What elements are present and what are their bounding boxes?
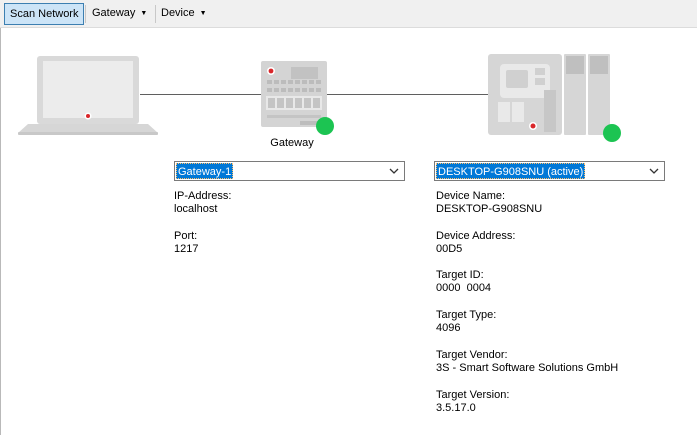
scan-network-button[interactable]: Scan Network	[4, 3, 85, 25]
panel-border	[0, 28, 1, 435]
status-dot	[316, 117, 334, 135]
port-value: 1217	[174, 243, 199, 255]
device-address-value: 00D5	[436, 243, 463, 255]
target-type-label: Target Type:	[436, 309, 497, 321]
laptop-icon[interactable]	[16, 54, 160, 136]
device-status-indicator	[603, 124, 621, 142]
chevron-down-icon[interactable]	[646, 163, 662, 179]
gateway-select[interactable]: Gateway-1	[174, 161, 405, 181]
gateway-menu[interactable]: Gateway ▼	[87, 3, 152, 25]
device-select[interactable]: DESKTOP-G908SNU (active)	[434, 161, 665, 181]
target-id-value: 0000 0004	[436, 282, 492, 294]
caret-down-icon: ▼	[140, 10, 148, 17]
connection-line	[327, 94, 491, 95]
chevron-down-icon[interactable]	[386, 163, 402, 179]
ip-address-label: IP-Address:	[174, 190, 232, 202]
toolbar-separator	[85, 5, 86, 23]
status-dot	[603, 124, 621, 142]
target-vendor-label: Target Vendor:	[436, 349, 508, 361]
gateway-status-indicator	[316, 117, 334, 135]
gateway-caption: Gateway	[270, 137, 314, 149]
device-menu-label: Device	[161, 7, 195, 19]
gateway-select-value: Gateway-1	[176, 163, 234, 179]
port-label: Port:	[174, 230, 198, 242]
device-menu[interactable]: Device ▼	[156, 3, 212, 25]
device-name-label: Device Name:	[436, 190, 506, 202]
caret-down-icon: ▼	[199, 10, 207, 17]
device-select-value: DESKTOP-G908SNU (active)	[436, 163, 586, 179]
device-address-label: Device Address:	[436, 230, 516, 242]
gateway-menu-label: Gateway	[92, 7, 136, 19]
scan-network-label: Scan Network	[10, 8, 79, 20]
target-type-value: 4096	[436, 322, 461, 334]
target-version-value: 3.5.17.0	[436, 402, 476, 414]
target-vendor-value: 3S - Smart Software Solutions GmbH	[436, 362, 619, 374]
device-name-value: DESKTOP-G908SNU	[436, 203, 543, 215]
target-id-label: Target ID:	[436, 269, 484, 281]
target-version-label: Target Version:	[436, 389, 510, 401]
ip-address-value: localhost	[174, 203, 218, 215]
toolbar: Scan Network Gateway ▼ Device ▼	[0, 0, 697, 28]
